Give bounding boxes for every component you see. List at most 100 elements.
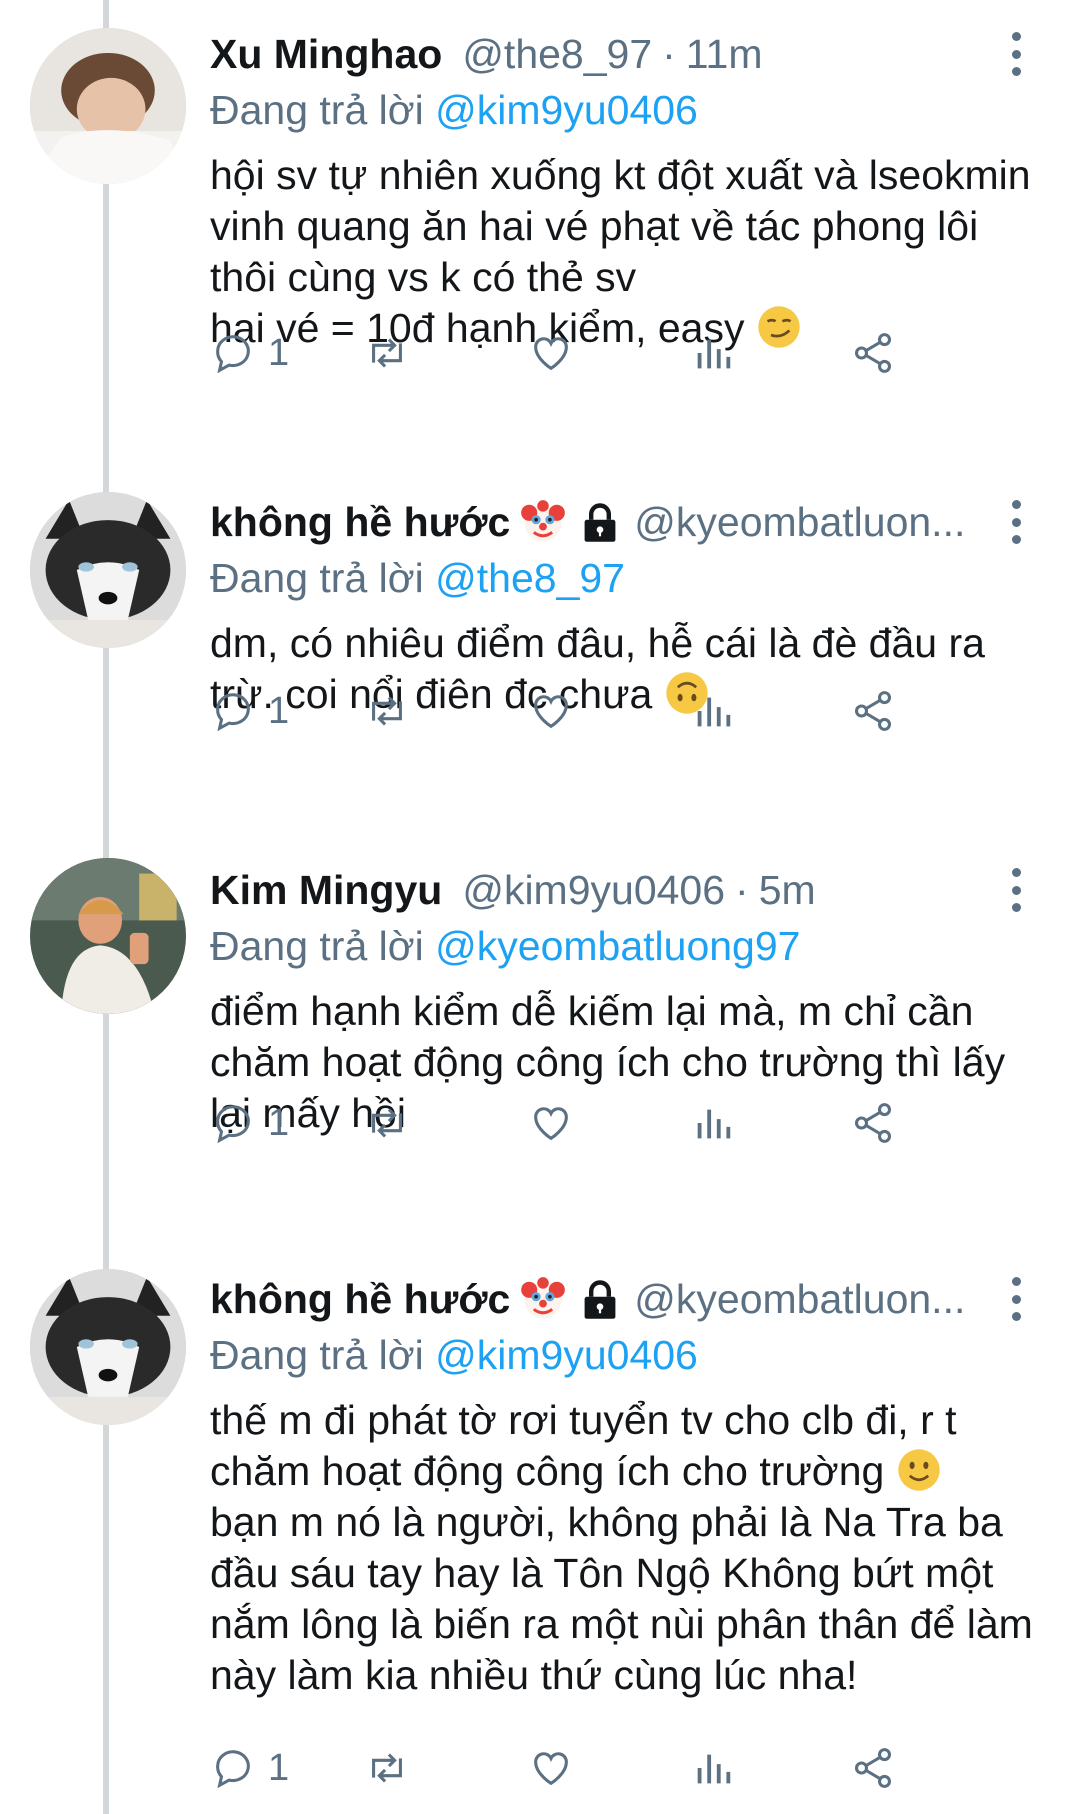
like-button[interactable] [528, 323, 574, 383]
retweet-button[interactable] [364, 1738, 410, 1798]
replying-to-label: Đang trả lời [210, 923, 424, 969]
analytics-button[interactable] [690, 1738, 736, 1798]
tweet-4[interactable]: không hề hước @kyeombatluon... Đang trả … [0, 1245, 1080, 1814]
reply-button[interactable]: 1 [210, 1738, 289, 1798]
avatar[interactable] [30, 492, 186, 648]
reply-count: 1 [268, 689, 290, 732]
share-icon [854, 1103, 892, 1143]
analytics-icon [697, 339, 731, 369]
avatar[interactable] [30, 28, 186, 184]
clown-face-emoji [520, 1276, 566, 1322]
tweet-header: Kim Mingyu @kim9yu0406 · 5m [210, 862, 970, 918]
dot-separator: · [662, 31, 676, 77]
share-icon [854, 333, 892, 373]
more-vertical-icon[interactable] [1006, 1277, 1026, 1321]
padlock-icon [578, 1277, 622, 1321]
tweet-text-part-2: bạn m nó là người, không phải là Na Tra … [210, 1499, 1045, 1698]
tweet-text-part-1: thế m đi phát tờ rơi tuyển tv cho clb đi… [210, 1397, 968, 1494]
user-handle[interactable]: @kyeombatluon... [634, 1271, 965, 1327]
retweet-icon [372, 696, 402, 726]
share-icon [854, 691, 892, 731]
share-button[interactable] [850, 1738, 896, 1798]
padlock-icon [578, 500, 622, 544]
tweet-header: Xu Minghao @the8_97 · 11m [210, 26, 970, 82]
avatar-photo [30, 492, 186, 648]
reply-button[interactable]: 1 [210, 681, 289, 741]
share-button[interactable] [850, 1093, 896, 1153]
tweet-1[interactable]: Xu Minghao @the8_97 · 11m Đang trả lời @… [0, 0, 1080, 420]
display-name[interactable]: không hề hước [210, 1271, 510, 1327]
replying-to: Đang trả lời @kyeombatluong97 [210, 918, 800, 974]
display-name[interactable]: Xu Minghao [210, 26, 442, 82]
avatar[interactable] [30, 1269, 186, 1425]
retweet-button[interactable] [364, 323, 410, 383]
replying-to-handle[interactable]: @kyeombatluong97 [435, 923, 800, 969]
retweet-icon [372, 1108, 402, 1138]
reply-count: 1 [268, 1746, 290, 1789]
tweet-actions: 1 [210, 681, 1020, 741]
reply-button[interactable]: 1 [210, 323, 289, 383]
user-handle[interactable]: @kim9yu0406 [462, 862, 725, 918]
user-handle[interactable]: @the8_97 [462, 26, 652, 82]
user-handle[interactable]: @kyeombatluon... [634, 494, 965, 550]
more-vertical-icon[interactable] [1006, 32, 1026, 76]
replying-to-handle[interactable]: @the8_97 [435, 555, 625, 601]
share-icon [854, 1748, 892, 1788]
replying-to: Đang trả lời @kim9yu0406 [210, 82, 698, 138]
analytics-icon [697, 1109, 731, 1139]
tweet-2[interactable]: không hề hước @kyeombatluon... Đang trả … [0, 468, 1080, 808]
retweet-button[interactable] [364, 681, 410, 741]
tweet-text-content: hội sv tự nhiên xuống kt đột xuất và lse… [210, 152, 1031, 351]
share-button[interactable] [850, 323, 896, 383]
heart-icon [534, 1107, 568, 1141]
more-vertical-icon[interactable] [1006, 868, 1026, 912]
replying-to-handle[interactable]: @kim9yu0406 [435, 87, 698, 133]
heart-icon [534, 695, 568, 729]
replying-to-label: Đang trả lời [210, 555, 424, 601]
replying-to-label: Đang trả lời [210, 87, 424, 133]
tweet-header: không hề hước @kyeombatluon... [210, 494, 970, 550]
tweet-actions: 1 [210, 1738, 1020, 1798]
reply-bubble-icon [216, 1105, 250, 1144]
retweet-icon [372, 338, 402, 368]
timestamp[interactable]: 11m [686, 26, 763, 82]
analytics-button[interactable] [690, 323, 736, 383]
heart-icon [534, 337, 568, 371]
avatar-photo [30, 1269, 186, 1425]
analytics-icon [697, 1754, 731, 1784]
tweet-3[interactable]: Kim Mingyu @kim9yu0406 · 5m Đang trả lời… [0, 836, 1080, 1256]
analytics-button[interactable] [690, 1093, 736, 1153]
tweet-actions: 1 [210, 1093, 1020, 1153]
replying-to: Đang trả lời @kim9yu0406 [210, 1327, 698, 1383]
retweet-icon [372, 1753, 402, 1783]
tweet-header: không hề hước @kyeombatluon... [210, 1271, 970, 1327]
reply-button[interactable]: 1 [210, 1093, 289, 1153]
replying-to-label: Đang trả lời [210, 1332, 424, 1378]
reply-bubble-icon [216, 693, 250, 732]
heart-icon [534, 1752, 568, 1786]
dot-separator: · [735, 867, 749, 913]
more-vertical-icon[interactable] [1006, 500, 1026, 544]
reply-bubble-icon [216, 335, 250, 374]
avatar-photo [30, 858, 186, 1014]
tweet-actions: 1 [210, 323, 1020, 383]
clown-face-emoji [520, 499, 566, 545]
reply-count: 1 [268, 1101, 290, 1144]
like-button[interactable] [528, 1093, 574, 1153]
display-name[interactable]: không hề hước [210, 494, 510, 550]
avatar[interactable] [30, 858, 186, 1014]
like-button[interactable] [528, 681, 574, 741]
timestamp[interactable]: 5m [759, 862, 816, 918]
analytics-button[interactable] [690, 681, 736, 741]
share-button[interactable] [850, 681, 896, 741]
tweet-text: thế m đi phát tờ rơi tuyển tv cho clb đi… [210, 1395, 1050, 1701]
retweet-button[interactable] [364, 1093, 410, 1153]
avatar-photo [30, 28, 186, 184]
like-button[interactable] [528, 1738, 574, 1798]
display-name[interactable]: Kim Mingyu [210, 862, 442, 918]
replying-to-handle[interactable]: @kim9yu0406 [435, 1332, 698, 1378]
analytics-icon [697, 697, 731, 727]
replying-to: Đang trả lời @the8_97 [210, 550, 625, 606]
reply-count: 1 [268, 331, 290, 374]
reply-bubble-icon [216, 1750, 250, 1789]
